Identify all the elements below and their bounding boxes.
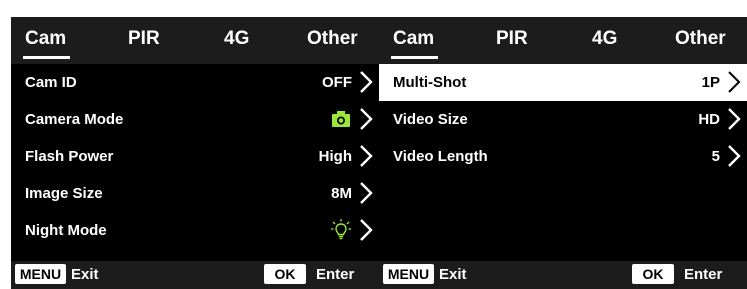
setting-value: 8M: [331, 185, 352, 202]
chevron-right-icon: [360, 71, 373, 93]
setting-row-video-size[interactable]: Video Size HD: [379, 101, 747, 138]
chevron-right-icon: [728, 145, 741, 167]
settings-list: Multi-Shot 1P Video Size HD Video Length…: [379, 64, 747, 175]
tab-pir[interactable]: PIR: [128, 28, 160, 50]
setting-row-flash-power[interactable]: Flash Power High: [11, 138, 379, 175]
setting-label: Cam ID: [25, 74, 77, 91]
chevron-right-icon: [360, 145, 373, 167]
tab-4g[interactable]: 4G: [224, 28, 249, 50]
setting-row-night-mode[interactable]: Night Mode: [11, 212, 379, 249]
setting-row-video-length[interactable]: Video Length 5: [379, 138, 747, 175]
settings-list: Cam ID OFF Camera Mode Flash Power High …: [11, 64, 379, 249]
setting-label: Video Length: [393, 148, 488, 165]
chevron-right-icon: [360, 182, 373, 204]
camera-settings-screen-left: Cam PIR 4G Other Cam ID OFF Camera Mode …: [11, 17, 379, 289]
setting-value: 1P: [701, 74, 720, 91]
setting-label: Image Size: [25, 185, 103, 202]
setting-value: HD: [698, 111, 720, 128]
ok-key-action: Enter: [316, 266, 355, 283]
chevron-right-icon: [360, 108, 373, 130]
setting-label: Multi-Shot: [393, 74, 467, 91]
ok-key[interactable]: OK: [632, 264, 674, 284]
menu-key-action: Exit: [71, 266, 99, 283]
tab-cam[interactable]: Cam: [390, 28, 439, 59]
setting-label: Camera Mode: [25, 111, 124, 128]
camera-settings-screen-right: Cam PIR 4G Other Multi-Shot 1P Video Siz…: [379, 17, 747, 289]
ok-key[interactable]: OK: [264, 264, 306, 284]
lightbulb-icon: [331, 219, 351, 240]
setting-value: 5: [711, 148, 720, 165]
softkey-bar: MENU Exit OK Enter: [11, 261, 379, 289]
ok-key-action: Enter: [684, 266, 723, 283]
setting-label: Night Mode: [25, 222, 107, 239]
menu-key[interactable]: MENU: [383, 264, 434, 284]
setting-row-image-size[interactable]: Image Size 8M: [11, 175, 379, 212]
tab-pir[interactable]: PIR: [496, 28, 528, 50]
tab-cam[interactable]: Cam: [22, 28, 71, 59]
setting-value: OFF: [322, 74, 352, 91]
tab-other[interactable]: Other: [307, 28, 358, 50]
tab-bar: Cam PIR 4G Other: [379, 17, 747, 64]
setting-label: Video Size: [393, 111, 468, 128]
setting-row-cam-id[interactable]: Cam ID OFF: [11, 64, 379, 101]
setting-value: High: [318, 148, 352, 165]
tab-other[interactable]: Other: [675, 28, 726, 50]
tab-bar: Cam PIR 4G Other: [11, 17, 379, 64]
softkey-bar: MENU Exit OK Enter: [379, 261, 747, 289]
chevron-right-icon: [360, 219, 373, 241]
menu-key[interactable]: MENU: [15, 264, 66, 284]
camera-icon: [332, 111, 350, 127]
chevron-right-icon: [728, 108, 741, 130]
setting-label: Flash Power: [25, 148, 114, 165]
menu-key-action: Exit: [439, 266, 467, 283]
tab-4g[interactable]: 4G: [592, 28, 617, 50]
chevron-right-icon: [728, 71, 741, 93]
setting-row-camera-mode[interactable]: Camera Mode: [11, 101, 379, 138]
setting-row-multi-shot[interactable]: Multi-Shot 1P: [379, 64, 747, 101]
